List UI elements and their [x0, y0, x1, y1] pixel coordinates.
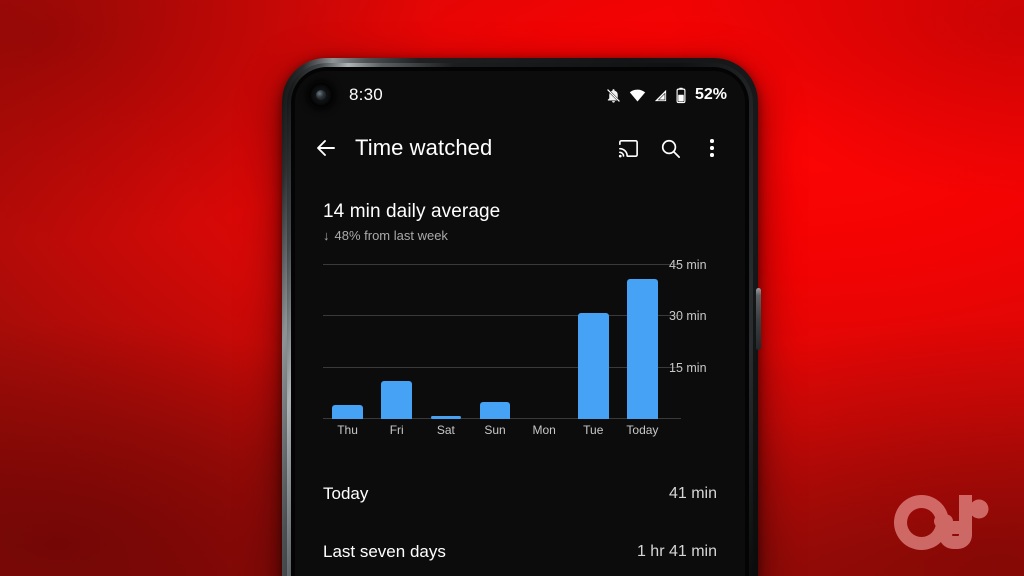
page-title: Time watched — [355, 135, 493, 160]
back-button[interactable] — [307, 129, 345, 167]
list-item[interactable]: Last seven days 1 hr 41 min — [295, 523, 745, 576]
trend-label: 48% from last week — [334, 228, 448, 243]
overflow-menu-icon — [710, 139, 714, 157]
bar-sun[interactable] — [479, 401, 511, 419]
y-label-45: 45 min — [669, 258, 707, 272]
status-bar-icons: 52% — [605, 86, 727, 104]
list-item[interactable]: Today 41 min — [295, 465, 745, 523]
guiding-tech-logo — [894, 495, 989, 550]
x-label-sun: Sun — [484, 423, 506, 437]
chart-y-axis-labels: 15 min 30 min 45 min — [669, 258, 731, 419]
list-item-label: Last seven days — [323, 542, 446, 561]
battery-percent-label: 52% — [694, 86, 727, 103]
bar-today[interactable] — [627, 278, 658, 419]
arrow-down-icon: ↓ — [323, 228, 330, 243]
app-bar: Time watched — [295, 119, 745, 177]
chart-bars — [323, 265, 667, 419]
chart-x-axis-labels: Thu Fri Sat Sun Mon Tue Today — [323, 423, 667, 445]
bar-cell[interactable] — [323, 265, 372, 419]
list-item-value: 41 min — [668, 485, 717, 502]
list-item-value: 1 hr 41 min — [636, 543, 717, 560]
x-label-tue: Tue — [583, 423, 604, 437]
x-label-mon: Mon — [532, 423, 556, 437]
bar-cell[interactable] — [520, 265, 569, 419]
trend-line: ↓ 48% from last week — [323, 228, 745, 243]
power-button[interactable] — [756, 288, 761, 350]
bar-fri[interactable] — [381, 381, 412, 419]
daily-average-headline: 14 min daily average — [323, 201, 501, 222]
arrow-back-icon — [317, 140, 335, 156]
bar-cell[interactable] — [569, 265, 618, 419]
more-options-button[interactable] — [693, 129, 731, 167]
summary-section: 14 min daily average ↓ 48% from last wee… — [295, 177, 745, 243]
x-label-today: Today — [626, 423, 659, 437]
y-label-30: 30 min — [669, 309, 707, 324]
status-bar: 8:30 52% — [295, 71, 745, 119]
cast-icon — [618, 139, 638, 157]
status-bar-clock: 8:30 — [349, 85, 383, 104]
list-item-label: Today — [323, 484, 369, 503]
x-label-sat: Sat — [436, 423, 455, 437]
battery-icon — [676, 87, 686, 103]
notifications-off-icon — [606, 87, 621, 103]
front-camera-punch-hole — [309, 83, 333, 107]
time-watched-bar-chart: Thu Fri Sat Sun Mon Tue Today 15 min 30 min 45 m… — [295, 258, 745, 445]
bar-cell[interactable] — [618, 265, 667, 419]
wifi-icon — [629, 89, 646, 102]
search-button[interactable] — [651, 129, 689, 167]
bar-tue[interactable] — [578, 312, 609, 419]
phone-screen: 8:30 52% Time watched 14 min daily avera… — [295, 71, 745, 576]
x-label-thu: Thu — [337, 423, 358, 437]
cell-signal-icon — [654, 89, 667, 101]
phone-mockup: 8:30 52% Time watched 14 min daily avera… — [282, 58, 761, 576]
bar-cell[interactable] — [470, 265, 519, 419]
stats-list: Today 41 min Last seven days 1 hr 41 min — [295, 465, 745, 576]
bar-cell[interactable] — [421, 265, 470, 419]
x-label-fri: Fri — [389, 423, 404, 437]
chart-plot-area — [323, 264, 681, 419]
bar-sat[interactable] — [430, 415, 462, 419]
cast-button[interactable] — [609, 129, 647, 167]
app-bar-actions — [609, 129, 731, 167]
bar-thu[interactable] — [332, 405, 363, 419]
bar-cell[interactable] — [372, 265, 421, 419]
y-label-15: 15 min — [669, 360, 707, 375]
search-icon — [661, 139, 680, 158]
